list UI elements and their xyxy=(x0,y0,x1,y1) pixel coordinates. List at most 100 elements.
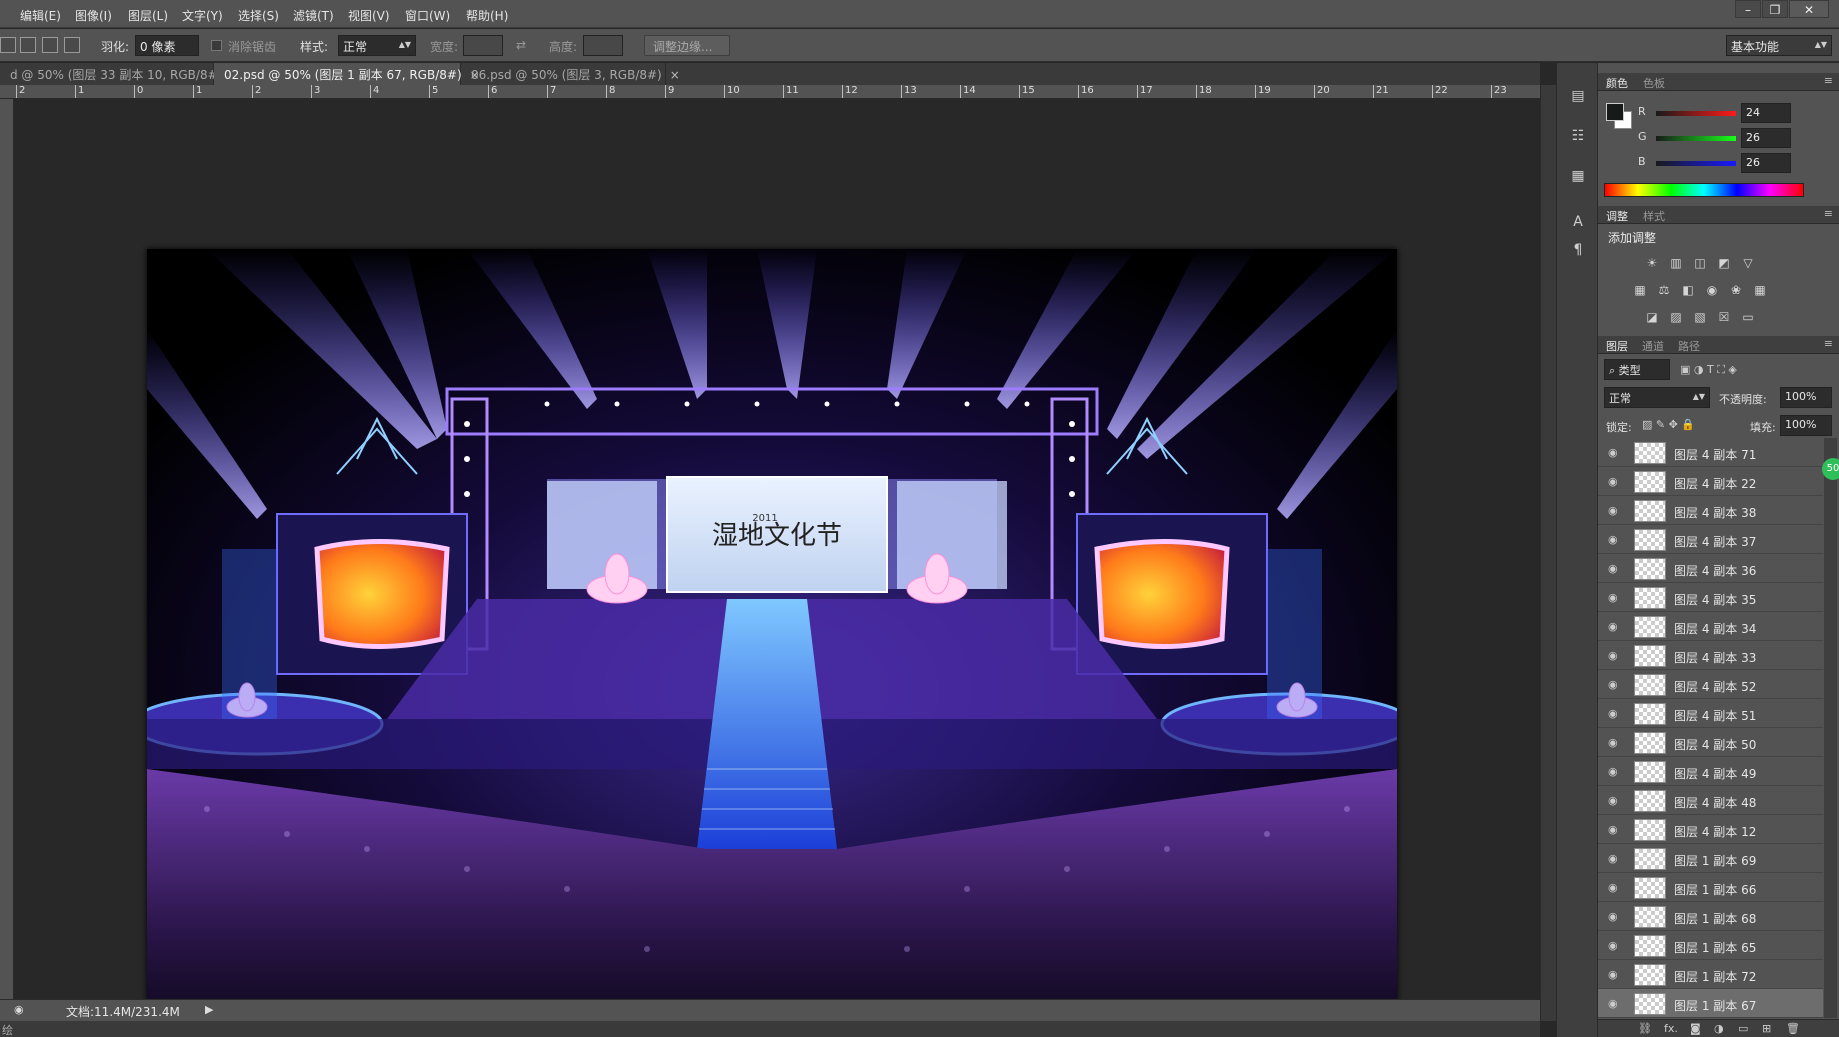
layer-row[interactable]: ◉ 图层 4 副本 71 xyxy=(1598,438,1823,467)
layer-row[interactable]: ◉ 图层 4 副本 38 xyxy=(1598,496,1823,525)
horizontal-ruler[interactable]: 2 1 0 1 2 3 4 5 6 7 8 9 10 11 12 13 14 15 16 17 18 19 20 21 22 23 xyxy=(0,85,1540,99)
lock-icons[interactable]: ▨ ✎ ✥ 🔒 xyxy=(1642,418,1695,431)
visibility-eye-icon[interactable]: ◉ xyxy=(1608,939,1618,952)
layer-comps-icon[interactable]: ▦ xyxy=(1567,165,1589,187)
character-icon[interactable]: A xyxy=(1567,211,1589,233)
menu-type[interactable]: 文字(Y) xyxy=(182,7,223,24)
tab-color[interactable]: 颜色 xyxy=(1606,75,1628,91)
close-button[interactable]: ✕ xyxy=(1789,0,1829,18)
close-icon[interactable]: × xyxy=(670,68,680,82)
layer-row[interactable]: ◉ 图层 1 副本 68 xyxy=(1598,902,1823,931)
layer-name[interactable]: 图层 4 副本 34 xyxy=(1674,620,1756,637)
width-input[interactable] xyxy=(463,35,503,56)
fx-icon[interactable]: fx. xyxy=(1664,1022,1678,1035)
visibility-eye-icon[interactable]: ◉ xyxy=(1608,562,1618,575)
layer-row[interactable]: ◉ 图层 4 副本 33 xyxy=(1598,641,1823,670)
blue-slider[interactable] xyxy=(1656,161,1736,166)
visibility-eye-icon[interactable]: ◉ xyxy=(1608,591,1618,604)
levels-icon[interactable]: ▥ xyxy=(1668,256,1684,270)
workspace-select[interactable]: 基本功能 ▲▼ xyxy=(1726,35,1832,56)
visibility-eye-icon[interactable]: ◉ xyxy=(1608,852,1618,865)
layer-name[interactable]: 图层 4 副本 48 xyxy=(1674,794,1756,811)
layer-name[interactable]: 图层 1 副本 67 xyxy=(1674,997,1756,1014)
menu-filter[interactable]: 滤镜(T) xyxy=(293,7,334,24)
minimize-button[interactable]: – xyxy=(1735,0,1761,18)
layer-name[interactable]: 图层 4 副本 37 xyxy=(1674,533,1756,550)
properties-icon[interactable]: ☷ xyxy=(1567,125,1589,147)
opacity-input[interactable]: 100% xyxy=(1780,387,1832,408)
exposure-icon[interactable]: ◩ xyxy=(1716,256,1732,270)
layer-row[interactable]: ◉ 图层 4 副本 48 xyxy=(1598,786,1823,815)
red-slider[interactable] xyxy=(1656,111,1736,116)
layer-row[interactable]: ◉ 图层 1 副本 66 xyxy=(1598,873,1823,902)
layer-name[interactable]: 图层 4 副本 38 xyxy=(1674,504,1756,521)
menu-view[interactable]: 视图(V) xyxy=(348,7,390,24)
layer-name[interactable]: 图层 4 副本 51 xyxy=(1674,707,1756,724)
layer-row[interactable]: ◉ 图层 4 副本 51 xyxy=(1598,699,1823,728)
link-icon[interactable]: ⛓ xyxy=(1638,1022,1652,1035)
red-value[interactable]: 24 xyxy=(1741,103,1791,123)
gradient-map-icon[interactable]: ▭ xyxy=(1740,310,1756,324)
layer-name[interactable]: 图层 1 副本 65 xyxy=(1674,939,1756,956)
visibility-eye-icon[interactable]: ◉ xyxy=(1608,446,1618,459)
layer-row[interactable]: ◉ 图层 4 副本 34 xyxy=(1598,612,1823,641)
visibility-eye-icon[interactable]: ◉ xyxy=(1608,910,1618,923)
layer-name[interactable]: 图层 4 副本 12 xyxy=(1674,823,1756,840)
panel-menu-icon[interactable]: ≡ xyxy=(1824,74,1833,87)
swap-icon[interactable]: ⇄ xyxy=(516,38,526,52)
foreground-color-swatch[interactable] xyxy=(1606,103,1624,121)
color-lookup-icon[interactable]: ▦ xyxy=(1752,283,1768,297)
layer-filter-icons[interactable]: ▣ ◑ T ⛶ ◈ xyxy=(1680,363,1737,377)
green-value[interactable]: 26 xyxy=(1741,128,1791,148)
layer-row[interactable]: ◉ 图层 4 副本 37 xyxy=(1598,525,1823,554)
layer-name[interactable]: 图层 4 副本 52 xyxy=(1674,678,1756,695)
black-white-icon[interactable]: ◧ xyxy=(1680,283,1696,297)
menu-help[interactable]: 帮助(H) xyxy=(466,7,508,24)
visibility-eye-icon[interactable]: ◉ xyxy=(1608,649,1618,662)
visibility-eye-icon[interactable]: ◉ xyxy=(1608,881,1618,894)
visibility-eye-icon[interactable]: ◉ xyxy=(1608,707,1618,720)
layer-row[interactable]: ◉ 图层 4 副本 35 xyxy=(1598,583,1823,612)
trash-icon[interactable]: 🗑 xyxy=(1786,1022,1800,1035)
canvas-vertical-scrollbar[interactable] xyxy=(1540,85,1556,1021)
paragraph-icon[interactable]: ¶ xyxy=(1567,239,1589,261)
visibility-eye-icon[interactable]: ◉ xyxy=(1608,997,1618,1010)
blue-value[interactable]: 26 xyxy=(1741,153,1791,173)
refine-edge-button[interactable]: 调整边缘... xyxy=(644,35,730,56)
layer-name[interactable]: 图层 4 副本 36 xyxy=(1674,562,1756,579)
channel-mixer-icon[interactable]: ❀ xyxy=(1728,283,1744,297)
panel-menu-icon[interactable]: ≡ xyxy=(1824,337,1833,350)
visibility-eye-icon[interactable]: ◉ xyxy=(1608,794,1618,807)
feather-input[interactable]: 0 像素 xyxy=(135,35,199,56)
layer-row[interactable]: ◉ 图层 4 副本 52 xyxy=(1598,670,1823,699)
adjustment-icon[interactable]: ◑ xyxy=(1714,1022,1724,1035)
threshold-icon[interactable]: ▧ xyxy=(1692,310,1708,324)
tab-document-2[interactable]: 02.psd @ 50% (图层 1 副本 67, RGB/8#) × xyxy=(214,63,480,85)
fill-input[interactable]: 100% xyxy=(1780,415,1832,436)
brightness-icon[interactable]: ☀ xyxy=(1644,256,1660,270)
status-arrow-icon[interactable]: ▶ xyxy=(205,1003,213,1016)
photo-filter-icon[interactable]: ◉ xyxy=(1704,283,1720,297)
new-layer-icon[interactable]: ⊞ xyxy=(1762,1022,1771,1035)
layer-row[interactable]: ◉ 图层 1 副本 69 xyxy=(1598,844,1823,873)
green-slider[interactable] xyxy=(1656,136,1736,141)
antialias-checkbox[interactable] xyxy=(211,40,222,51)
restore-button[interactable]: ❐ xyxy=(1762,0,1788,18)
menu-window[interactable]: 窗口(W) xyxy=(405,7,450,24)
layer-row[interactable]: ◉ 图层 4 副本 12 xyxy=(1598,815,1823,844)
hue-saturation-icon[interactable]: ▦ xyxy=(1632,283,1648,297)
layer-row[interactable]: ◉ 图层 1 副本 65 xyxy=(1598,931,1823,960)
menu-image[interactable]: 图像(I) xyxy=(75,7,112,24)
selective-color-icon[interactable]: ☒ xyxy=(1716,310,1732,324)
folder-icon[interactable]: ▭ xyxy=(1738,1022,1748,1035)
menu-layer[interactable]: 图层(L) xyxy=(128,7,168,24)
tab-paths[interactable]: 路径 xyxy=(1678,338,1700,354)
height-input[interactable] xyxy=(583,35,623,56)
visibility-eye-icon[interactable]: ◉ xyxy=(1608,968,1618,981)
horizontal-scrollbar[interactable]: 绘 xyxy=(0,1021,1540,1037)
status-menu-icon[interactable]: ◉ xyxy=(14,1003,24,1016)
layer-name[interactable]: 图层 4 副本 35 xyxy=(1674,591,1756,608)
layer-row[interactable]: ◉ 图层 4 副本 49 xyxy=(1598,757,1823,786)
tab-document-1[interactable]: d @ 50% (图层 33 副本 10, RGB/8#)× xyxy=(0,63,240,85)
layer-name[interactable]: 图层 4 副本 22 xyxy=(1674,475,1756,492)
